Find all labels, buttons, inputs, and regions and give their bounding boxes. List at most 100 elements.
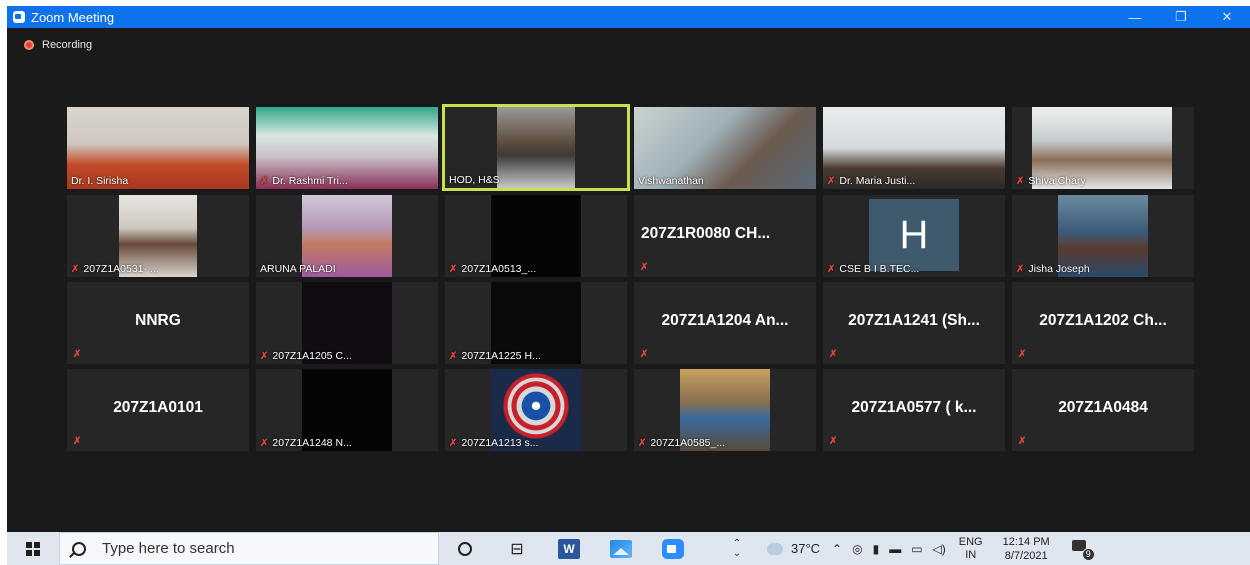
maximize-button[interactable]: ❐ — [1158, 6, 1204, 28]
title-bar[interactable]: Zoom Meeting — ❐ ✕ — [7, 6, 1250, 28]
mic-muted-icon: ✗ — [260, 175, 269, 187]
participant-name: ✗ Shiva Chary — [1016, 175, 1086, 187]
microphone-icon[interactable]: ▮ — [873, 542, 880, 556]
participant-tile[interactable]: 207Z1A1202 Ch... ✗ — [1012, 282, 1194, 364]
avatar-initial: H — [869, 199, 959, 271]
zoom-app-icon — [13, 11, 25, 23]
mic-muted-icon: ✗ — [640, 262, 649, 273]
mic-muted-icon: ✗ — [827, 263, 836, 275]
mic-muted-icon: ✗ — [829, 436, 838, 447]
language-indicator[interactable]: ENG IN — [959, 536, 983, 562]
mic-muted-icon: ✗ — [449, 350, 458, 362]
start-button[interactable] — [7, 541, 59, 556]
mic-muted-icon: ✗ — [1018, 436, 1027, 447]
participant-tile[interactable]: ARUNA PALADI — [256, 195, 438, 277]
participant-tile[interactable]: 207Z1A0577 ( k... ✗ — [823, 369, 1005, 451]
photos-taskbar-app[interactable] — [595, 532, 647, 565]
participant-tile[interactable]: ✗ 207Z1A1248 N... — [256, 369, 438, 451]
participant-tile[interactable]: ✗ 207Z1A1213 s... — [445, 369, 627, 451]
participant-name: ✗ 207Z1A1248 N... — [260, 437, 352, 449]
participant-tile[interactable]: ✗ Dr. Maria Justi... — [823, 107, 1005, 189]
participant-tile[interactable]: 207Z1A1241 (Sh... ✗ — [823, 282, 1005, 364]
mic-muted-icon: ✗ — [71, 263, 80, 275]
recording-indicator[interactable]: Recording — [24, 39, 92, 51]
cortana-icon — [458, 541, 472, 556]
participant-tile[interactable]: 207Z1A1204 An... ✗ — [634, 282, 816, 364]
participant-name-large: 207Z1A0577 ( k... — [851, 399, 977, 416]
participant-name: HOD, H&S — [449, 174, 500, 186]
participant-name: ✗ 207Z1A0513_... — [449, 263, 537, 275]
close-button[interactable]: ✕ — [1204, 6, 1250, 28]
participant-name: ✗ 207Z1A0531- ... — [71, 263, 159, 275]
participant-name: ✗ Dr. Maria Justi... — [827, 175, 916, 187]
minimize-button[interactable]: — — [1112, 6, 1158, 28]
tray-scroll-icon[interactable]: ⌃ ⌄ — [727, 538, 747, 559]
windows-logo-icon — [26, 541, 40, 556]
photos-icon — [610, 539, 632, 558]
volume-icon[interactable]: ◁) — [933, 542, 946, 556]
weather-icon[interactable] — [767, 542, 783, 555]
participant-tile[interactable]: ✗ 207Z1A1225 H... — [445, 282, 627, 364]
word-taskbar-app[interactable]: W — [543, 532, 595, 565]
mic-muted-icon: ✗ — [1018, 349, 1027, 360]
taskbar-search-box[interactable]: Type here to search — [59, 532, 439, 565]
participant-tile[interactable]: ✗ 207Z1A1205 C... — [256, 282, 438, 364]
participant-tile[interactable]: H ✗ CSE B I B.TEC... — [823, 195, 1005, 277]
mic-muted-icon: ✗ — [73, 349, 82, 360]
task-view-button[interactable]: ⊟ — [491, 532, 543, 565]
temperature[interactable]: 37°C — [791, 541, 820, 556]
participant-name: Vishwanathan — [638, 175, 704, 187]
participant-tile-active-speaker[interactable]: HOD, H&S — [442, 104, 630, 191]
zoom-icon — [662, 538, 684, 559]
participant-name: ✗ CSE B I B.TEC... — [827, 263, 920, 275]
word-icon: W — [558, 538, 580, 559]
zoom-taskbar-app[interactable] — [647, 532, 699, 565]
time: 12:14 PM — [1002, 535, 1050, 548]
participant-name: ✗ Jisha Joseph — [1016, 263, 1090, 275]
camera-icon[interactable]: ▬ — [889, 542, 901, 556]
system-tray: ⌃ ⌄ 37°C ⌃ ◎ ▮ ▬ ▭ ◁) ENG IN 12:14 PM 8/7… — [727, 535, 1095, 563]
participant-tile[interactable]: ✗ 207Z1A0585_... — [634, 369, 816, 451]
participant-name: ✗ 207Z1A0585_... — [638, 437, 726, 449]
search-placeholder: Type here to search — [102, 540, 235, 557]
participant-name: ✗ 207Z1A1225 H... — [449, 350, 541, 362]
participant-name-large: 207Z1A1204 An... — [661, 312, 789, 329]
participant-name-large: 207Z1R0080 CH... — [641, 225, 771, 242]
task-view-icon: ⊟ — [510, 540, 524, 558]
cortana-button[interactable] — [439, 532, 491, 565]
participant-name: ✗ 207Z1A1213 s... — [449, 437, 539, 449]
video-feed — [497, 107, 575, 188]
participant-name-large: 207Z1A0101 — [113, 399, 203, 416]
clock[interactable]: 12:14 PM 8/7/2021 — [1003, 535, 1050, 563]
participant-name: ✗ Dr. Rashmi Tri... — [260, 175, 348, 187]
mic-muted-icon: ✗ — [829, 349, 838, 360]
window-title: Zoom Meeting — [31, 9, 115, 25]
mic-muted-icon: ✗ — [260, 350, 269, 362]
search-icon — [72, 541, 86, 556]
mic-muted-icon: ✗ — [638, 437, 647, 449]
show-hidden-icons-icon[interactable]: ⌃ — [832, 542, 842, 556]
meet-now-icon[interactable]: ◎ — [852, 542, 862, 556]
participant-tile[interactable]: 207Z1R0080 CH... ✗ — [634, 195, 816, 277]
action-center-button[interactable]: 9 — [1071, 539, 1095, 561]
participant-name-large: NNRG — [135, 312, 181, 329]
participant-tile[interactable]: ✗ Dr. Rashmi Tri... — [256, 107, 438, 189]
participant-name: ✗ 207Z1A1205 C... — [260, 350, 352, 362]
participant-tile[interactable]: ✗ 207Z1A0531- ... — [67, 195, 249, 277]
participant-tile[interactable]: ✗ Jisha Joseph — [1012, 195, 1194, 277]
participant-tile[interactable]: ✗ 207Z1A0513_... — [445, 195, 627, 277]
participant-tile[interactable]: Vishwanathan — [634, 107, 816, 189]
mic-muted-icon: ✗ — [1016, 175, 1025, 187]
participant-tile[interactable]: ✗ Shiva Chary — [1012, 107, 1194, 189]
zoom-window: Zoom Meeting — ❐ ✕ Recording Dr. I. Siri… — [7, 6, 1250, 532]
participant-tile[interactable]: Dr. I. Sirisha — [67, 107, 249, 189]
mic-muted-icon: ✗ — [827, 175, 836, 187]
mic-muted-icon: ✗ — [260, 437, 269, 449]
participant-name: Dr. I. Sirisha — [71, 175, 129, 187]
participant-tile[interactable]: NNRG ✗ — [67, 282, 249, 364]
network-icon[interactable]: ▭ — [911, 542, 922, 556]
mic-muted-icon: ✗ — [1016, 263, 1025, 275]
mic-muted-icon: ✗ — [449, 263, 458, 275]
participant-tile[interactable]: 207Z1A0101 ✗ — [67, 369, 249, 451]
participant-tile[interactable]: 207Z1A0484 ✗ — [1012, 369, 1194, 451]
